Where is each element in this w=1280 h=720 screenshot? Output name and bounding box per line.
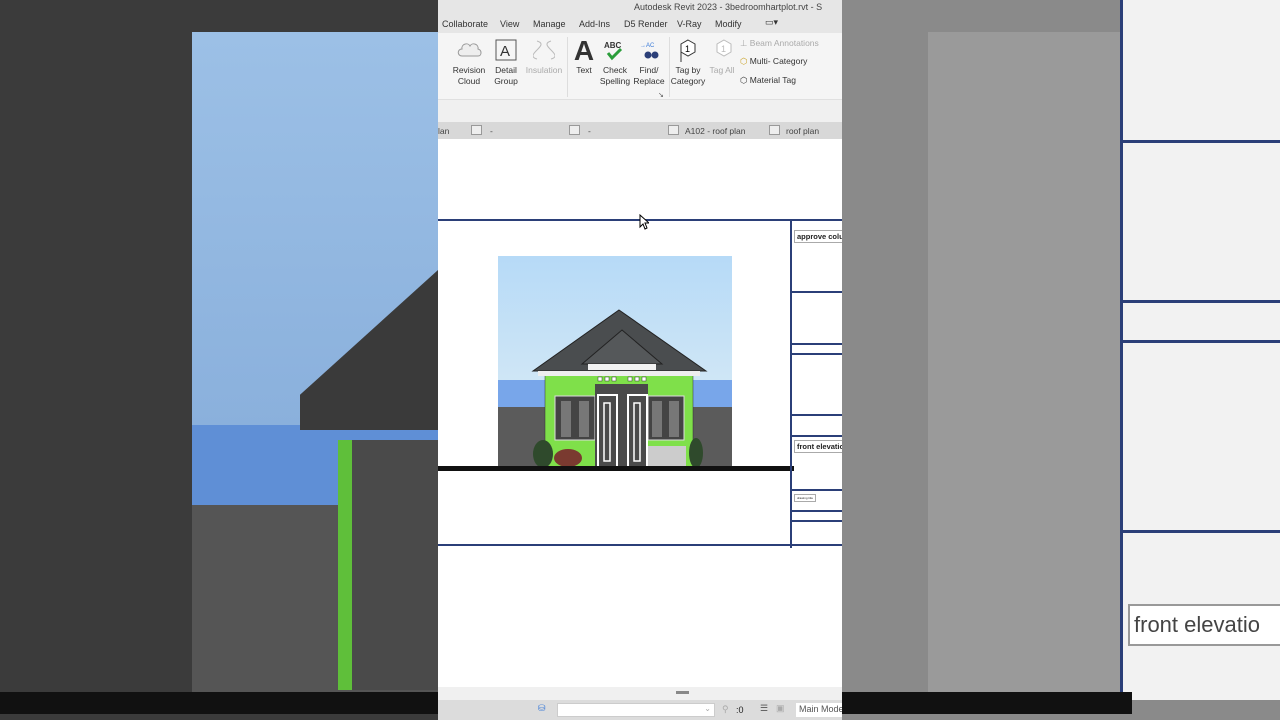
worksets-icon[interactable]: ⛁: [538, 703, 546, 714]
front-elevation-render: [498, 256, 732, 470]
blurred-background-right: front elevatio: [842, 0, 1280, 720]
design-option-field[interactable]: Main Model: [796, 703, 842, 717]
material-tag-icon: ⬡: [740, 75, 748, 85]
workset-dropdown[interactable]: ⌄: [557, 703, 715, 717]
ribbon-panel: Revision Cloud A Detail Group Insulation…: [438, 33, 842, 99]
text-icon: A: [573, 34, 595, 66]
insulation-button[interactable]: Insulation: [524, 35, 564, 76]
tag-all-icon: 1: [708, 35, 736, 65]
editing-icon[interactable]: ▣: [776, 703, 785, 714]
sheet-icon: [471, 125, 482, 135]
window-title: Autodesk Revit 2023 - 3bedroomhartplot.r…: [634, 2, 823, 12]
properties-icon[interactable]: ☰: [760, 703, 768, 714]
svg-text:→AC: →AC: [640, 43, 655, 49]
tab-view[interactable]: View: [500, 19, 519, 29]
plan-icon: [769, 125, 780, 135]
view-tab[interactable]: -: [588, 126, 591, 136]
bg-label: front elevatio: [1128, 604, 1280, 646]
beam-annotations-button[interactable]: ⊥ Beam Annotations: [740, 38, 819, 49]
view-switch-icon[interactable]: ▭▾: [765, 17, 778, 28]
selection-count: :0: [736, 705, 744, 715]
tab-modify[interactable]: Modify: [715, 19, 742, 29]
view-tabs: lan - - A102 - roof plan roof plan: [438, 122, 842, 139]
svg-text:A: A: [500, 43, 510, 60]
multi-category-button[interactable]: ⬡ Multi- Category: [740, 56, 807, 67]
horizontal-scrollbar[interactable]: [438, 687, 842, 700]
cloud-icon: [450, 35, 488, 65]
title-bar: Autodesk Revit 2023 - 3bedroomhartplot.r…: [438, 0, 842, 14]
view-tab-roof-plan[interactable]: roof plan: [786, 126, 819, 136]
text-button[interactable]: A Text: [570, 35, 598, 76]
sheet-label-approve[interactable]: approve colu: [794, 230, 842, 243]
revision-cloud-button[interactable]: Revision Cloud: [450, 35, 488, 87]
tab-add-ins[interactable]: Add-Ins: [579, 19, 610, 29]
tag-icon: 1: [669, 35, 707, 65]
insulation-icon: [524, 35, 564, 65]
options-bar: [438, 99, 842, 122]
find-replace-button[interactable]: →AC Find/ Replace: [632, 35, 666, 87]
detail-group-icon: A: [488, 35, 524, 65]
sheet-label-front-elevation[interactable]: front elevation: [794, 440, 842, 453]
svg-text:ABC: ABC: [604, 41, 622, 50]
view-tab[interactable]: -: [490, 126, 493, 136]
sheet-icon: [668, 125, 679, 135]
check-spelling-button[interactable]: ABC Check Spelling: [598, 35, 632, 87]
filter-icon[interactable]: ⚲: [722, 704, 729, 715]
tab-collaborate[interactable]: Collaborate: [442, 19, 488, 29]
drawing-title-label[interactable]: drawing title: [794, 494, 817, 502]
revit-window: Autodesk Revit 2023 - 3bedroomhartplot.r…: [438, 0, 842, 720]
binoculars-icon: →AC: [632, 35, 666, 65]
blurred-background-left: [0, 0, 438, 720]
view-tab-roof-sheet[interactable]: A102 - roof plan: [685, 126, 745, 136]
detail-group-button[interactable]: A Detail Group: [488, 35, 524, 87]
title-block-border: [790, 219, 792, 548]
tab-v-ray[interactable]: V-Ray: [677, 19, 702, 29]
tag-all-button[interactable]: 1 Tag All: [708, 35, 736, 76]
ground-line: [438, 466, 794, 471]
spellcheck-icon: ABC: [598, 35, 632, 65]
dialog-launcher-icon[interactable]: ↘: [658, 91, 664, 99]
tab-manage[interactable]: Manage: [533, 19, 566, 29]
svg-text:1: 1: [721, 44, 726, 54]
sheet-border: approve colu front elevation drawing tit…: [438, 219, 842, 548]
view-tab[interactable]: lan: [438, 126, 449, 136]
ribbon-tabs: Collaborate View Manage Add-Ins D5 Rende…: [438, 14, 842, 33]
multi-tag-icon: ⬡: [740, 56, 748, 66]
material-tag-button[interactable]: ⬡ Material Tag: [740, 75, 796, 86]
status-bar: ⛁ ⌄ ⚲ :0 ☰ ▣ Main Model: [438, 700, 842, 720]
tag-by-category-button[interactable]: 1 Tag by Category: [669, 35, 707, 87]
tab-d5-render[interactable]: D5 Render: [624, 19, 668, 29]
mouse-cursor-icon: [639, 214, 649, 230]
svg-text:1: 1: [685, 44, 690, 54]
sheet-icon: [569, 125, 580, 135]
